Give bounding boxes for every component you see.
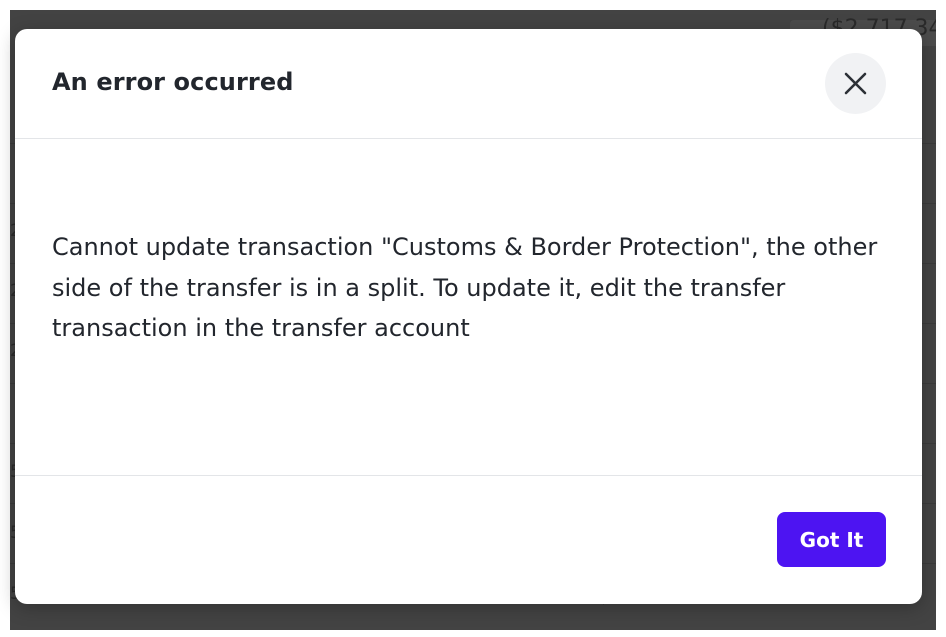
error-message: Cannot update transaction "Customs & Bor… — [52, 233, 878, 342]
error-dialog: An error occurred Cannot update transact… — [15, 29, 922, 604]
dialog-body: Cannot update transaction "Customs & Bor… — [15, 139, 922, 476]
screen: ($2,717.34 2 2 2 5 5 5 , An error occurr… — [0, 0, 946, 637]
dialog-header: An error occurred — [15, 29, 922, 139]
got-it-button[interactable]: Got It — [777, 512, 886, 567]
dialog-title: An error occurred — [52, 68, 294, 96]
close-button[interactable] — [825, 53, 886, 114]
close-icon — [844, 72, 867, 95]
